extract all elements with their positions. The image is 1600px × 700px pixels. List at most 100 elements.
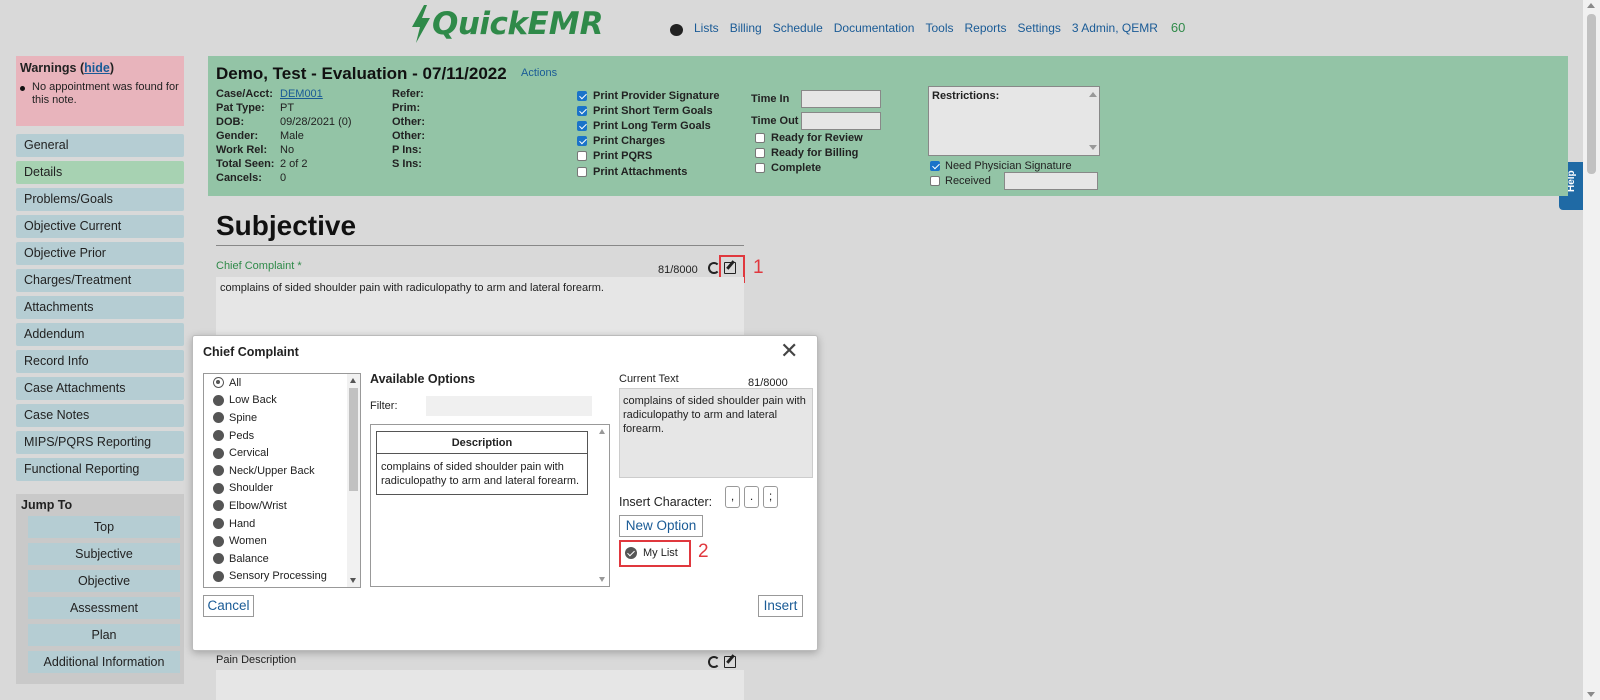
insert-period-button[interactable]: . <box>744 486 759 508</box>
radio-icon[interactable] <box>213 482 224 494</box>
jump-top-button[interactable]: Top <box>28 516 180 538</box>
sidebar-item-case-attachments[interactable]: Case Attachments <box>16 377 184 400</box>
chat-icon[interactable] <box>670 23 683 36</box>
radio-icon[interactable] <box>213 553 224 565</box>
nav-reports[interactable]: Reports <box>964 21 1006 35</box>
restrictions-textarea[interactable]: Restrictions: <box>928 86 1100 156</box>
category-list-scrollbar[interactable] <box>347 374 360 587</box>
nav-user[interactable]: 3 Admin, QEMR <box>1072 21 1158 35</box>
radio-icon[interactable] <box>213 570 224 582</box>
current-text-textarea[interactable]: complains of sided shoulder pain with ra… <box>619 388 813 478</box>
category-item[interactable]: Neck/Upper Back <box>204 462 360 480</box>
checkbox[interactable] <box>577 151 587 162</box>
radio-icon[interactable] <box>213 500 224 512</box>
scroll-up-icon[interactable] <box>1587 3 1595 8</box>
sidebar-item-charges-treatment[interactable]: Charges/Treatment <box>16 269 184 292</box>
nav-schedule[interactable]: Schedule <box>773 21 823 35</box>
radio-icon[interactable] <box>213 447 224 459</box>
checkbox[interactable] <box>577 90 587 101</box>
case-account-link[interactable]: DEM001 <box>280 88 323 100</box>
nav-billing[interactable]: Billing <box>730 21 762 35</box>
sidebar-item-case-notes[interactable]: Case Notes <box>16 404 184 427</box>
filter-input[interactable] <box>426 396 592 416</box>
category-item[interactable]: Hand <box>204 515 360 533</box>
checkbox[interactable] <box>930 160 940 171</box>
checkbox[interactable] <box>930 175 940 186</box>
radio-icon[interactable] <box>213 394 224 406</box>
pain-description-textarea[interactable] <box>216 670 744 700</box>
cancel-button[interactable]: Cancel <box>203 595 254 617</box>
received-date-input[interactable] <box>1003 171 1098 190</box>
checkbox[interactable] <box>577 166 587 177</box>
sidebar-item-objective-prior[interactable]: Objective Prior <box>16 242 184 265</box>
jump-objective-button[interactable]: Objective <box>28 570 180 592</box>
category-item[interactable]: Low Back <box>204 392 360 410</box>
actions-link[interactable]: Actions <box>521 67 557 79</box>
nav-documentation[interactable]: Documentation <box>834 21 915 35</box>
category-item[interactable]: Elbow/Wrist <box>204 497 360 515</box>
sidebar-item-attachments[interactable]: Attachments <box>16 296 184 319</box>
checkbox[interactable] <box>577 120 587 131</box>
radio-selected-icon[interactable] <box>213 377 224 389</box>
checkbox[interactable] <box>755 132 765 143</box>
print-pqrs-option[interactable]: Print PQRS <box>577 149 720 164</box>
quickemr-logo[interactable]: Quick EMR <box>410 4 603 44</box>
category-item-all[interactable]: All <box>204 374 360 392</box>
radio-icon[interactable] <box>213 518 224 530</box>
jump-plan-button[interactable]: Plan <box>28 624 180 646</box>
refresh-icon[interactable] <box>708 656 720 668</box>
complete-option[interactable]: Complete <box>755 160 863 175</box>
insert-comma-button[interactable]: , <box>725 486 740 508</box>
sidebar-item-record-info[interactable]: Record Info <box>16 350 184 373</box>
category-item[interactable]: Shoulder <box>204 480 360 498</box>
radio-icon[interactable] <box>213 412 224 424</box>
category-item[interactable]: Peds <box>204 427 360 445</box>
checkbox[interactable] <box>577 136 587 147</box>
insert-semicolon-button[interactable]: ; <box>763 486 778 508</box>
chief-complaint-textarea[interactable]: complains of sided shoulder pain with ra… <box>216 277 744 337</box>
sidebar-item-functional-reporting[interactable]: Functional Reporting <box>16 458 184 481</box>
category-item[interactable]: Sensory Processing <box>204 568 360 586</box>
print-long-term-goals-option[interactable]: Print Long Term Goals <box>577 118 720 133</box>
checkbox[interactable] <box>577 105 587 116</box>
options-list-scrollbar[interactable] <box>596 425 609 586</box>
time-in-input[interactable] <box>801 90 881 108</box>
radio-icon[interactable] <box>213 430 224 442</box>
print-charges-option[interactable]: Print Charges <box>577 134 720 149</box>
category-item[interactable]: Cervical <box>204 444 360 462</box>
received-option[interactable]: Received <box>930 171 1098 190</box>
checkbox[interactable] <box>755 147 765 158</box>
radio-icon[interactable] <box>213 465 224 477</box>
close-icon[interactable]: ✕ <box>780 338 798 364</box>
print-attachments-option[interactable]: Print Attachments <box>577 164 720 179</box>
sidebar-item-addendum[interactable]: Addendum <box>16 323 184 346</box>
ready-for-billing-option[interactable]: Ready for Billing <box>755 145 863 160</box>
nav-settings[interactable]: Settings <box>1018 21 1061 35</box>
option-row[interactable]: complains of sided shoulder pain with ra… <box>377 454 587 494</box>
sidebar-item-mips-pqrs[interactable]: MIPS/PQRS Reporting <box>16 431 184 454</box>
hide-warnings-link[interactable]: hide <box>84 61 110 75</box>
scroll-down-icon[interactable] <box>1587 692 1595 697</box>
sidebar-item-objective-current[interactable]: Objective Current <box>16 215 184 238</box>
category-item[interactable]: Spine <box>204 409 360 427</box>
time-out-input[interactable] <box>801 112 881 130</box>
print-provider-signature-option[interactable]: Print Provider Signature <box>577 88 720 103</box>
checkbox[interactable] <box>755 162 765 173</box>
textarea-scrollbar[interactable] <box>1089 90 1097 152</box>
ready-for-review-option[interactable]: Ready for Review <box>755 130 863 145</box>
print-short-term-goals-option[interactable]: Print Short Term Goals <box>577 103 720 118</box>
category-item[interactable]: Balance <box>204 550 360 568</box>
sidebar-item-details[interactable]: Details <box>16 161 184 184</box>
radio-icon[interactable] <box>213 535 224 547</box>
sidebar-item-general[interactable]: General <box>16 134 184 157</box>
scrollbar-thumb[interactable] <box>1587 14 1596 174</box>
jump-subjective-button[interactable]: Subjective <box>28 543 180 565</box>
page-scrollbar[interactable] <box>1583 0 1600 700</box>
category-item[interactable]: Women <box>204 532 360 550</box>
edit-icon[interactable] <box>724 656 736 668</box>
jump-additional-info-button[interactable]: Additional Information <box>28 651 180 673</box>
nav-tools[interactable]: Tools <box>925 21 953 35</box>
nav-lists[interactable]: Lists <box>694 21 719 35</box>
insert-button[interactable]: Insert <box>758 595 803 617</box>
new-option-button[interactable]: New Option <box>619 515 703 537</box>
